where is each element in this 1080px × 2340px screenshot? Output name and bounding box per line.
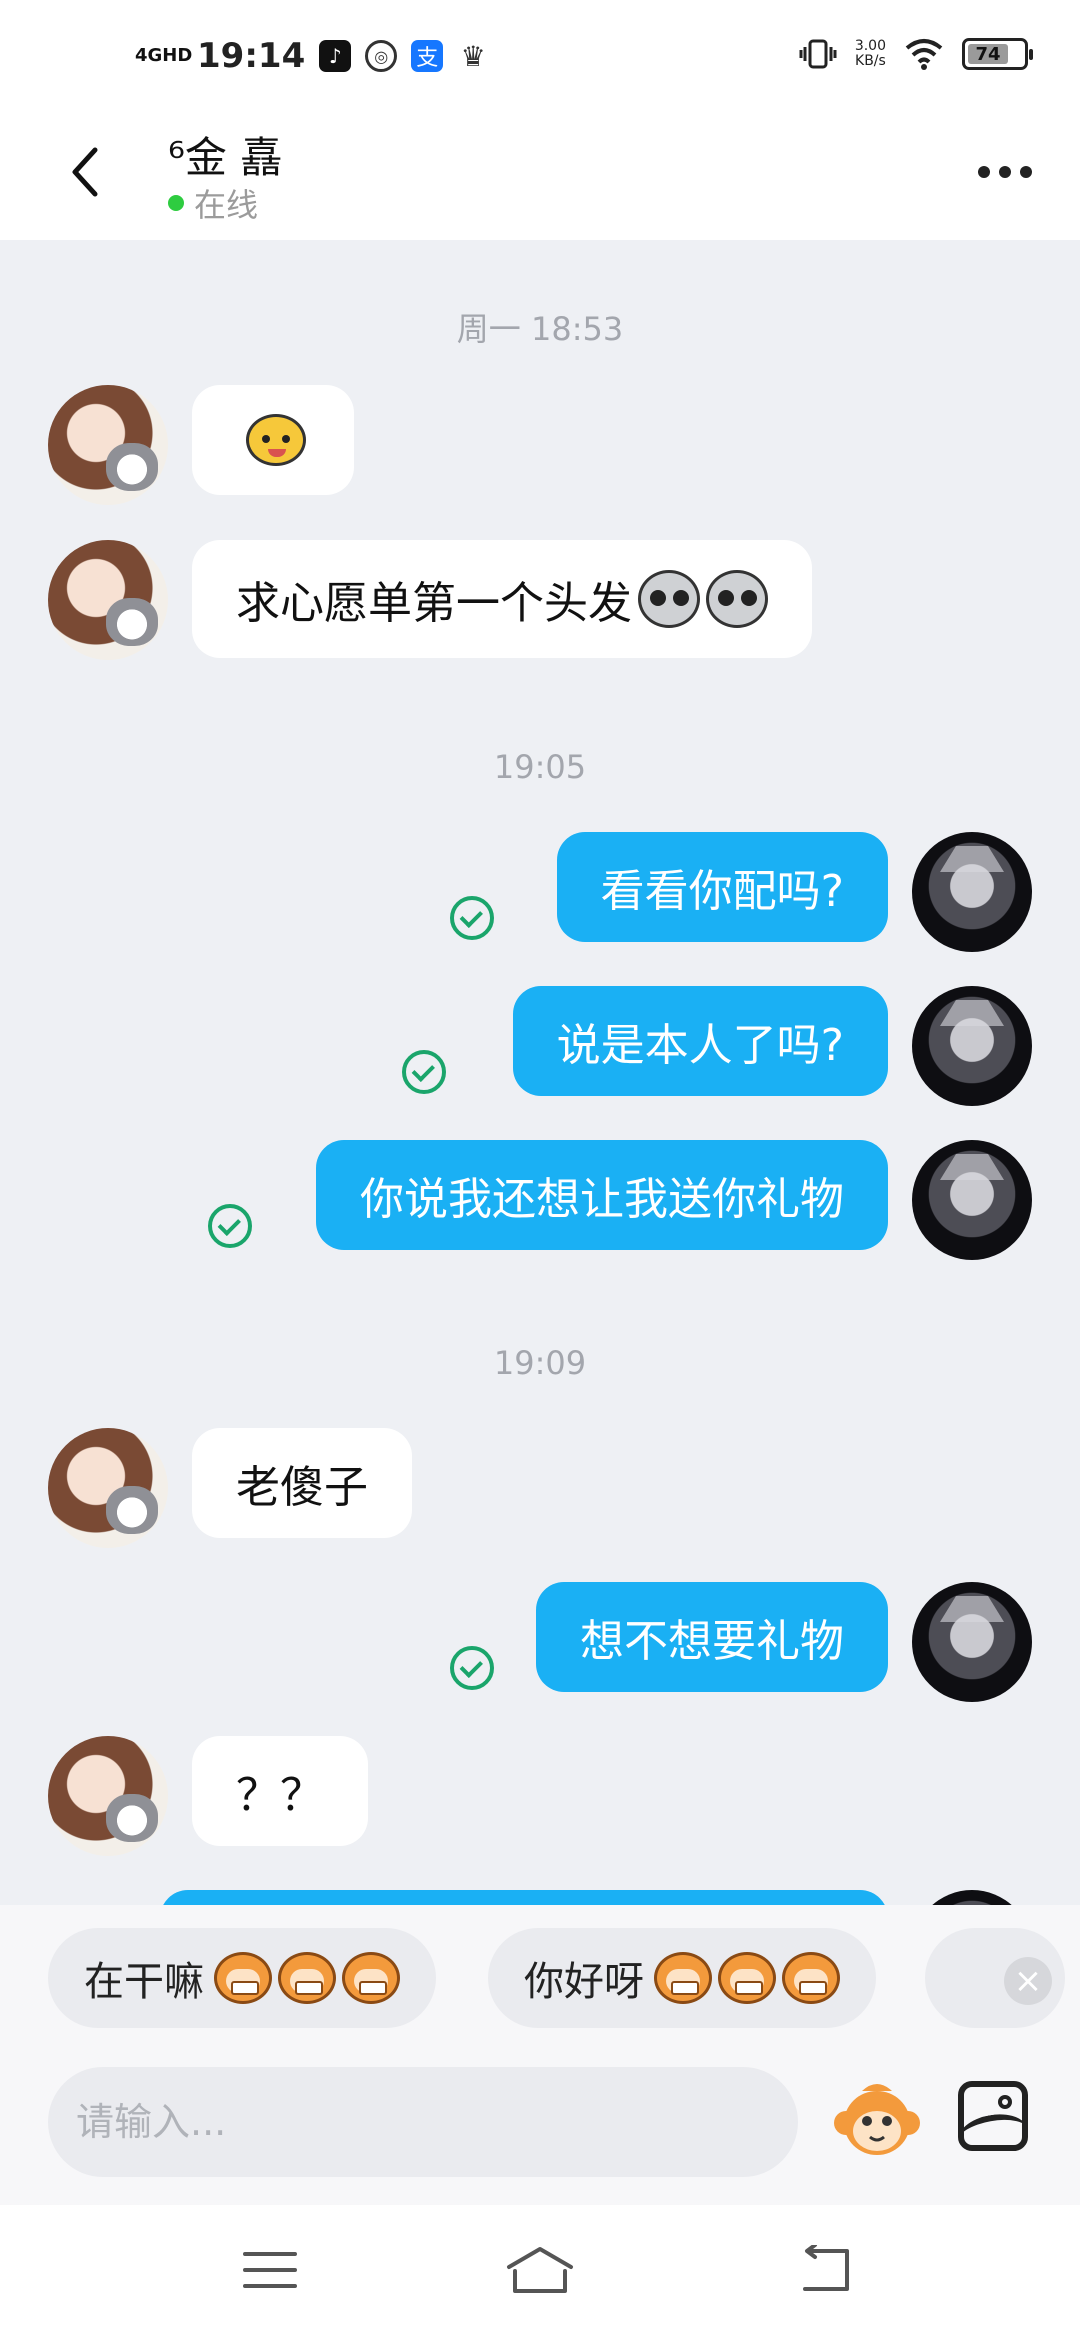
message-list[interactable]: 周一 18:53 求心愿单第一个头发 19:05 看看你配吗? 说是本人了吗? [0, 240, 1080, 1905]
message-text: 看看你配吗? [600, 866, 844, 917]
alipay-icon: 支 [411, 40, 444, 72]
happy-monkey-icon [718, 1952, 776, 2004]
sticker-monkey-button[interactable] [832, 2077, 922, 2167]
quick-reply-text: 你好呀 [524, 1959, 644, 2005]
network-speed-unit: KB/s [855, 53, 886, 69]
message-text: 求心愿单第一个头发 [236, 578, 632, 629]
message-input[interactable] [48, 2067, 798, 2177]
message-input-bar [0, 2055, 1080, 2205]
grinning-monkey-icon [214, 1952, 272, 2004]
message-bubble-incoming[interactable]: 求心愿单第一个头发 [192, 540, 812, 658]
quick-reply-bar: 在干嘛 你好呀 × [0, 1905, 1080, 2055]
back-button[interactable] [50, 132, 120, 212]
chevron-left-icon [72, 147, 98, 197]
message-text: 你说我还想让我送你礼物 [360, 1174, 844, 1225]
gray-face-emoji-icon [638, 570, 700, 628]
timestamp: 周一 18:53 [456, 310, 624, 348]
contact-avatar[interactable] [48, 540, 168, 660]
image-icon [998, 2095, 1012, 2109]
message-bubble-incoming[interactable]: 老傻子 [192, 1428, 412, 1538]
more-dot-icon [1020, 166, 1032, 178]
contact-avatar[interactable] [48, 1736, 168, 1856]
status-bar-right: 3.00 KB/s 74 [799, 38, 1033, 70]
message-bubble-outgoing[interactable]: 想不想要礼物 [536, 1582, 888, 1692]
online-status: 在线 [168, 180, 258, 226]
douyin-icon: ♪ [319, 40, 352, 72]
my-avatar[interactable] [912, 1582, 1032, 1702]
message-bubble-outgoing[interactable] [160, 1890, 888, 1905]
contact-avatar[interactable] [48, 1428, 168, 1548]
quick-reply-chip[interactable]: 在干嘛 [48, 1928, 436, 2028]
my-avatar[interactable] [912, 986, 1032, 1106]
message-bubble-outgoing[interactable]: 看看你配吗? [556, 832, 888, 942]
read-check-icon [208, 1204, 252, 1248]
status-bar-left: 4GHD 19:14 ♪ ◎ 支 ♛ [135, 36, 489, 76]
message-bubble-outgoing[interactable]: 你说我还想让我送你礼物 [316, 1140, 888, 1250]
read-check-icon [450, 896, 494, 940]
my-avatar[interactable] [912, 1140, 1032, 1260]
message-bubble-incoming[interactable]: ？？ [192, 1736, 368, 1846]
online-dot-icon [168, 195, 184, 211]
happy-monkey-icon [654, 1952, 712, 2004]
yellow-face-emoji-icon [246, 414, 306, 466]
message-text: ？？ [236, 1770, 324, 1821]
contact-avatar[interactable] [48, 385, 168, 505]
quick-reply-text: 在干嘛 [84, 1959, 204, 2005]
message-text: 想不想要礼物 [580, 1616, 844, 1667]
image-picker-button[interactable] [958, 2081, 1028, 2151]
chat-header: ⁶金 嚞 在线 [0, 110, 1080, 240]
more-dot-icon [999, 166, 1011, 178]
message-bubble-incoming[interactable] [192, 385, 354, 495]
network-speed-value: 3.00 [854, 38, 886, 54]
battery-level: 74 [968, 44, 1008, 65]
happy-monkey-icon [782, 1952, 840, 2004]
message-bubble-outgoing[interactable]: 说是本人了吗? [512, 986, 888, 1096]
more-options-button[interactable] [970, 152, 1040, 192]
message-text: 老傻子 [236, 1462, 368, 1513]
battery-indicator: 74 [962, 38, 1033, 70]
quick-reply-chip[interactable]: 你好呀 [488, 1928, 876, 2028]
online-status-label: 在线 [194, 186, 259, 224]
home-button[interactable] [500, 2235, 580, 2305]
back-nav-button[interactable] [785, 2235, 865, 2305]
read-check-icon [450, 1646, 494, 1690]
system-nav-bar [0, 2205, 1080, 2340]
timestamp: 19:05 [493, 748, 587, 786]
return-icon [803, 2245, 849, 2291]
grinning-monkey-icon [342, 1952, 400, 2004]
crown-icon: ♛ [460, 39, 486, 73]
close-quick-replies-button[interactable]: × [1004, 1957, 1052, 2005]
vibrate-icon [799, 39, 837, 69]
menu-button[interactable] [230, 2235, 310, 2305]
grinning-monkey-icon [278, 1952, 336, 2004]
menu-icon [243, 2252, 297, 2288]
weibo-icon: ◎ [365, 40, 398, 72]
read-check-icon [402, 1050, 446, 1094]
message-text: 说是本人了吗? [556, 1020, 844, 1071]
contact-name[interactable]: ⁶金 嚞 [168, 124, 282, 185]
my-avatar[interactable] [912, 832, 1032, 952]
gray-face-emoji-icon [706, 570, 768, 628]
status-bar: 4GHD 19:14 ♪ ◎ 支 ♛ 3.00 KB/s 74 [0, 0, 1080, 110]
more-dot-icon [978, 166, 990, 178]
my-avatar[interactable] [912, 1890, 1032, 1905]
clock: 19:14 [197, 36, 306, 76]
timestamp: 19:09 [493, 1344, 587, 1382]
home-icon [507, 2247, 573, 2293]
wifi-icon [905, 39, 943, 70]
network-indicator: 4GHD [135, 45, 193, 66]
network-speed: 3.00 KB/s [855, 39, 886, 69]
